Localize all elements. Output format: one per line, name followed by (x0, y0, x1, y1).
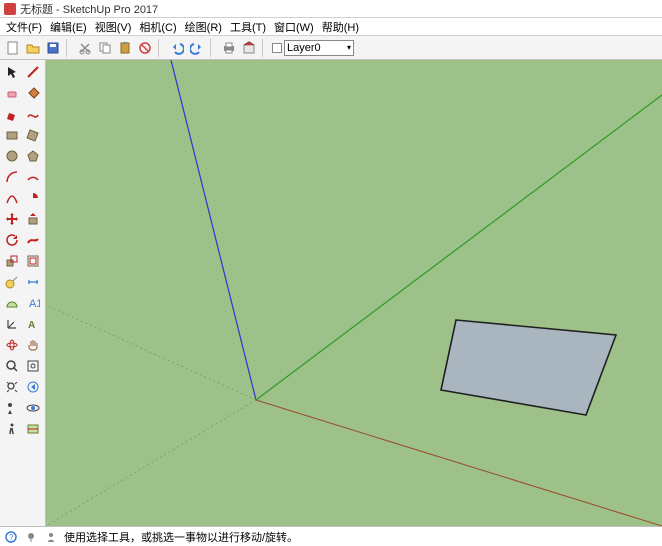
zoom-tool[interactable] (2, 356, 21, 375)
3d-viewport[interactable] (46, 60, 662, 526)
viewport-canvas (46, 60, 662, 526)
svg-text:?: ? (9, 533, 14, 542)
zoom-window-tool[interactable] (23, 356, 42, 375)
move-tool[interactable] (2, 209, 21, 228)
work-area: A1 A (0, 60, 662, 526)
erase-button[interactable] (136, 39, 154, 57)
cut-button[interactable] (76, 39, 94, 57)
axes-tool[interactable] (2, 314, 21, 333)
undo-button[interactable] (168, 39, 186, 57)
pie-tool[interactable] (23, 188, 42, 207)
layer-current-label: Layer0 (287, 42, 321, 54)
title-bar: 无标题 - SketchUp Pro 2017 (0, 0, 662, 18)
3pt-arc-tool[interactable] (2, 188, 21, 207)
status-hint: 使用选择工具，或挑选一事物以进行移动/旋转。 (64, 529, 298, 545)
menu-draw[interactable]: 绘图(R) (183, 19, 224, 35)
eraser-tool[interactable] (2, 83, 21, 102)
paint-bucket-tool[interactable] (23, 83, 42, 102)
menu-bar: 文件(F) 编辑(E) 视图(V) 相机(C) 绘图(R) 工具(T) 窗口(W… (0, 18, 662, 36)
text-tool[interactable]: A1 (23, 293, 42, 312)
model-info-button[interactable] (240, 39, 258, 57)
toolbar-separator (66, 39, 72, 57)
menu-window[interactable]: 窗口(W) (272, 19, 316, 35)
rotate-tool[interactable] (2, 230, 21, 249)
menu-help[interactable]: 帮助(H) (320, 19, 361, 35)
position-camera-tool[interactable] (2, 398, 21, 417)
status-bar: ? 使用选择工具，或挑选一事物以进行移动/旋转。 (0, 526, 662, 546)
walk-tool[interactable] (2, 419, 21, 438)
open-file-button[interactable] (24, 39, 42, 57)
credits-icon[interactable] (44, 530, 58, 544)
menu-file[interactable]: 文件(F) (4, 19, 44, 35)
pencil-tool[interactable] (2, 104, 21, 123)
chevron-down-icon: ▾ (347, 43, 353, 52)
dimension-tool[interactable] (23, 272, 42, 291)
toolbar-separator (262, 39, 268, 57)
geolocation-icon[interactable] (24, 530, 38, 544)
polygon-tool[interactable] (23, 146, 42, 165)
app-icon (4, 3, 16, 15)
new-file-button[interactable] (4, 39, 22, 57)
orbit-tool[interactable] (2, 335, 21, 354)
window-title: 无标题 - SketchUp Pro 2017 (20, 1, 158, 17)
toolbar-separator (158, 39, 164, 57)
menu-view[interactable]: 视图(V) (93, 19, 134, 35)
menu-edit[interactable]: 编辑(E) (48, 19, 89, 35)
scale-tool[interactable] (2, 251, 21, 270)
line-tool[interactable] (23, 62, 42, 81)
menu-camera[interactable]: 相机(C) (137, 19, 178, 35)
save-button[interactable] (44, 39, 62, 57)
zoom-extents-tool[interactable] (2, 377, 21, 396)
2pt-arc-tool[interactable] (23, 167, 42, 186)
large-toolset: A1 A (0, 60, 46, 526)
svg-text:A1: A1 (29, 298, 40, 310)
toolbar-separator (210, 39, 216, 57)
protractor-tool[interactable] (2, 293, 21, 312)
paste-button[interactable] (116, 39, 134, 57)
layer-dropdown[interactable]: Layer0 ▾ (284, 40, 354, 56)
look-around-tool[interactable] (23, 398, 42, 417)
help-icon[interactable]: ? (4, 530, 18, 544)
pan-tool[interactable] (23, 335, 42, 354)
rectangle-tool[interactable] (2, 125, 21, 144)
circle-tool[interactable] (2, 146, 21, 165)
freehand-tool[interactable] (23, 104, 42, 123)
3dtext-tool[interactable]: A (23, 314, 42, 333)
arc-tool[interactable] (2, 167, 21, 186)
followme-tool[interactable] (23, 230, 42, 249)
print-button[interactable] (220, 39, 238, 57)
svg-text:A: A (28, 320, 35, 331)
standard-toolbar: Layer0 ▾ (0, 36, 662, 60)
redo-button[interactable] (188, 39, 206, 57)
layer-color-swatch (272, 43, 282, 53)
tape-measure-tool[interactable] (2, 272, 21, 291)
offset-tool[interactable] (23, 251, 42, 270)
layer-selector[interactable]: Layer0 ▾ (272, 39, 354, 57)
pushpull-tool[interactable] (23, 209, 42, 228)
select-tool[interactable] (2, 62, 21, 81)
previous-view-tool[interactable] (23, 377, 42, 396)
menu-tools[interactable]: 工具(T) (228, 19, 268, 35)
rotated-rect-tool[interactable] (23, 125, 42, 144)
copy-button[interactable] (96, 39, 114, 57)
section-plane-tool[interactable] (23, 419, 42, 438)
